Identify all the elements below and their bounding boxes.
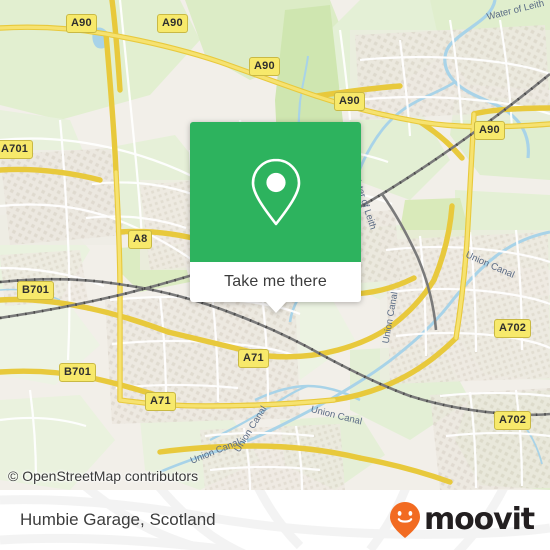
road-shield: A90 [66, 14, 97, 33]
road-shield: A90 [249, 57, 280, 76]
callout-tail [264, 301, 287, 313]
map-canvas[interactable]: A90 A90 A90 A90 A90 A701 A8 B701 A71 A702 B701 A71 A… [0, 0, 550, 490]
road-shield: A90 [334, 92, 365, 111]
road-shield: B701 [17, 281, 55, 300]
moovit-wordmark: moovit [423, 502, 535, 537]
osm-attribution[interactable]: © OpenStreetMap contributors [8, 468, 198, 484]
take-me-there-callout[interactable]: Take me there [190, 122, 361, 313]
callout-action-bar[interactable]: Take me there [190, 262, 361, 313]
road-shield: A702 [494, 411, 532, 430]
road-shield: A71 [145, 392, 176, 411]
callout-pin-panel [190, 122, 361, 262]
moovit-smiley-pin-icon [389, 502, 420, 538]
road-shield: A90 [157, 14, 188, 33]
road-shield: A71 [238, 349, 269, 368]
road-shield: B701 [59, 363, 97, 382]
road-shield: A8 [128, 230, 153, 249]
road-shield: A701 [0, 140, 34, 159]
location-pin-icon [251, 158, 300, 226]
road-shield: A702 [494, 319, 532, 338]
moovit-place-map-card: A90 A90 A90 A90 A90 A701 A8 B701 A71 A702 B701 A71 A… [0, 0, 550, 550]
moovit-logo[interactable]: moovit [388, 500, 535, 540]
callout-action-label: Take me there [224, 273, 327, 290]
road-shield: A90 [474, 121, 505, 140]
footer-bar: Humbie Garage, Scotland moovit [0, 490, 550, 550]
place-name: Humbie Garage, Scotland [20, 510, 216, 529]
